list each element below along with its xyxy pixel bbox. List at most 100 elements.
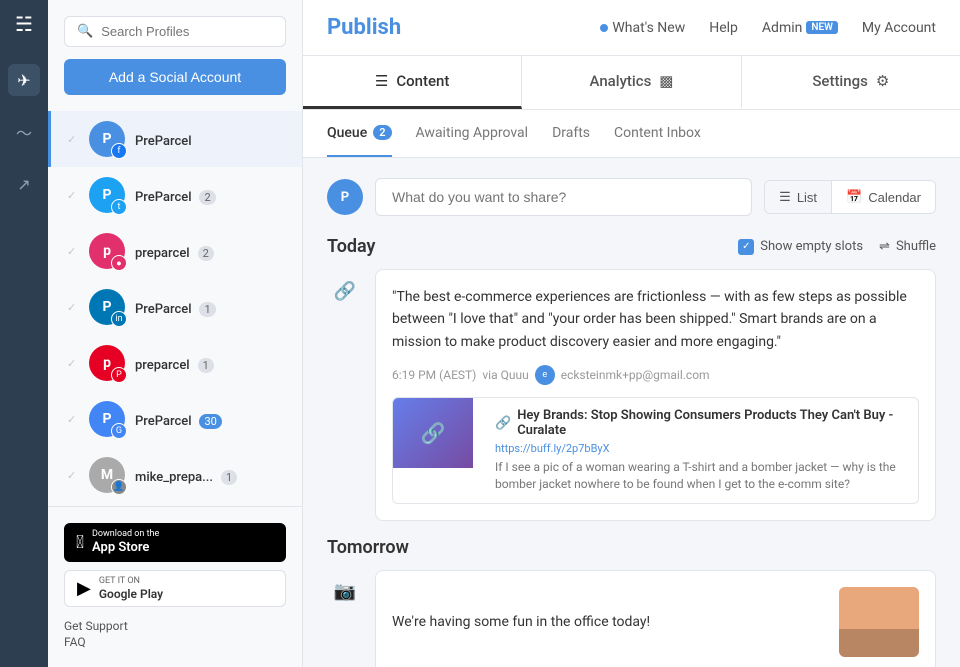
- content-tabs-header: ☰ Content Analytics ▩ Settings ⚙: [303, 56, 960, 110]
- content-body: P ☰ List 📅 Calendar Today: [303, 158, 960, 667]
- pinterest-badge: P: [111, 367, 127, 383]
- tab-awaiting-approval[interactable]: Awaiting Approval: [416, 111, 529, 157]
- nav-icon-trend[interactable]: ↗: [8, 168, 40, 200]
- avatar: P t: [89, 177, 125, 213]
- post-card: "The best e-commerce experiences are fri…: [375, 269, 936, 521]
- my-account-link[interactable]: My Account: [862, 20, 936, 36]
- calendar-view-button[interactable]: 📅 Calendar: [832, 181, 935, 213]
- sidebar-footer:  Download on the App Store ▶ GET IT ON …: [48, 506, 302, 667]
- content-area: ☰ Content Analytics ▩ Settings ⚙ Queue 2…: [303, 56, 960, 667]
- app-logo-icon[interactable]: ☵: [15, 12, 33, 36]
- link-title: 🔗 Hey Brands: Stop Showing Consumers Pro…: [495, 408, 908, 438]
- link-icon-small: 🔗: [495, 416, 511, 431]
- list-item[interactable]: ✓ P in PreParcel 1: [48, 279, 302, 335]
- today-title: Today: [327, 236, 376, 257]
- list-view-button[interactable]: ☰ List: [765, 181, 832, 213]
- profile-name: PreParcel: [135, 414, 192, 429]
- profile-info: preparcel 2: [135, 242, 286, 261]
- list-item[interactable]: ✓ p P preparcel 1: [48, 335, 302, 391]
- whats-new-dot: [600, 24, 608, 32]
- faq-link[interactable]: FAQ: [64, 635, 286, 649]
- show-empty-checkbox[interactable]: ✓: [738, 239, 754, 255]
- tab-analytics[interactable]: Analytics ▩: [522, 56, 741, 109]
- compose-bar: P ☰ List 📅 Calendar: [327, 178, 936, 216]
- app-store-text: Download on the App Store: [92, 529, 159, 555]
- tab-drafts[interactable]: Drafts: [552, 111, 590, 157]
- avatar: P f: [89, 121, 125, 157]
- view-toggle: ☰ List 📅 Calendar: [764, 180, 936, 214]
- shuffle-label: Shuffle: [896, 239, 936, 254]
- post-text: "The best e-commerce experiences are fri…: [392, 286, 919, 353]
- calendar-icon: 📅: [846, 189, 862, 205]
- day-controls: ✓ Show empty slots ⇌ Shuffle: [738, 239, 936, 255]
- tomorrow-title: Tomorrow: [327, 537, 409, 558]
- via-label: via Quuu: [482, 368, 528, 382]
- image-placeholder-icon: 📷: [327, 570, 363, 606]
- tomorrow-post-text: We're having some fun in the office toda…: [392, 614, 827, 630]
- list-item[interactable]: ✓ P G PreParcel 30: [48, 391, 302, 447]
- shuffle-icon: ⇌: [879, 239, 890, 254]
- google-play-icon: ▶: [77, 578, 91, 599]
- sidebar-header: 🔍 Add a Social Account: [48, 0, 302, 111]
- tab-content-inbox[interactable]: Content Inbox: [614, 111, 701, 157]
- search-box[interactable]: 🔍: [64, 16, 286, 47]
- bar-chart-icon: ▩: [659, 72, 673, 90]
- app-store-badge[interactable]:  Download on the App Store: [64, 523, 286, 561]
- instagram-badge: ●: [111, 255, 127, 271]
- gear-icon: ⚙: [876, 72, 889, 90]
- nav-icon-analytics[interactable]: 〜: [8, 116, 40, 148]
- list-item[interactable]: ✓ P f PreParcel: [48, 111, 302, 167]
- whats-new-link[interactable]: What's New: [600, 20, 685, 36]
- post-row: 🔗 "The best e-commerce experiences are f…: [327, 269, 936, 521]
- tab-content[interactable]: ☰ Content: [303, 56, 522, 109]
- help-link[interactable]: Help: [709, 20, 738, 36]
- facebook-badge: f: [111, 143, 127, 159]
- list-item[interactable]: ✓ P t PreParcel 2: [48, 167, 302, 223]
- linkedin-badge: in: [111, 311, 127, 327]
- list-label: List: [797, 190, 817, 205]
- compose-avatar: P: [327, 179, 363, 215]
- link-preview[interactable]: 🔗 🔗 Hey Brands: Stop Showing Consumers P…: [392, 397, 919, 504]
- queue-label: Queue: [327, 125, 367, 141]
- show-empty-slots-control[interactable]: ✓ Show empty slots: [738, 239, 863, 255]
- help-label: Help: [709, 20, 738, 36]
- list-item[interactable]: ✓ p ● preparcel 2: [48, 223, 302, 279]
- search-input[interactable]: [101, 24, 273, 39]
- profile-name: preparcel: [135, 358, 190, 373]
- google-play-text: GET IT ON Google Play: [99, 576, 163, 601]
- tab-settings[interactable]: Settings ⚙: [742, 56, 960, 109]
- google-play-badge[interactable]: ▶ GET IT ON Google Play: [64, 570, 286, 607]
- link-preview-image: 🔗: [393, 398, 473, 468]
- avatar: P in: [89, 289, 125, 325]
- link-desc: If I see a pic of a woman wearing a T-sh…: [495, 459, 908, 493]
- avatar: p ●: [89, 233, 125, 269]
- link-preview-content: 🔗 Hey Brands: Stop Showing Consumers Pro…: [485, 398, 918, 503]
- list-item[interactable]: ✓ M 👤 mike_prepa... 1: [48, 447, 302, 503]
- link-url: https://buff.ly/2p7bByX: [495, 442, 908, 455]
- show-empty-label: Show empty slots: [760, 239, 863, 254]
- profile-name: PreParcel: [135, 190, 192, 205]
- shuffle-button[interactable]: ⇌ Shuffle: [879, 239, 936, 254]
- check-icon: ✓: [67, 245, 81, 258]
- add-account-button[interactable]: Add a Social Account: [64, 59, 286, 95]
- post-time: 6:19 PM (AEST): [392, 368, 476, 382]
- nav-icon-publish[interactable]: ✈: [8, 64, 40, 96]
- admin-link[interactable]: Admin NEW: [762, 20, 838, 36]
- tab-queue[interactable]: Queue 2: [327, 111, 392, 157]
- check-icon: ✓: [67, 133, 81, 146]
- nav-links: What's New Help Admin NEW My Account: [600, 20, 936, 36]
- check-icon: ✓: [67, 301, 81, 314]
- calendar-label: Calendar: [868, 190, 921, 205]
- profile-name: PreParcel: [135, 302, 192, 317]
- google-badge: G: [111, 423, 127, 439]
- profile-count: 2: [198, 246, 214, 261]
- whats-new-label: What's New: [612, 20, 685, 36]
- tomorrow-image: [839, 587, 919, 657]
- get-support-link[interactable]: Get Support: [64, 619, 286, 633]
- profile-count: 2: [199, 190, 215, 205]
- top-nav: Publish What's New Help Admin NEW My Acc…: [303, 0, 960, 56]
- profile-list: ✓ P f PreParcel ✓ P t PreParcel 2 ✓: [48, 111, 302, 506]
- today-header: Today ✓ Show empty slots ⇌ Shuffle: [327, 236, 936, 257]
- tomorrow-post-card: We're having some fun in the office toda…: [375, 570, 936, 667]
- compose-input[interactable]: [375, 178, 752, 216]
